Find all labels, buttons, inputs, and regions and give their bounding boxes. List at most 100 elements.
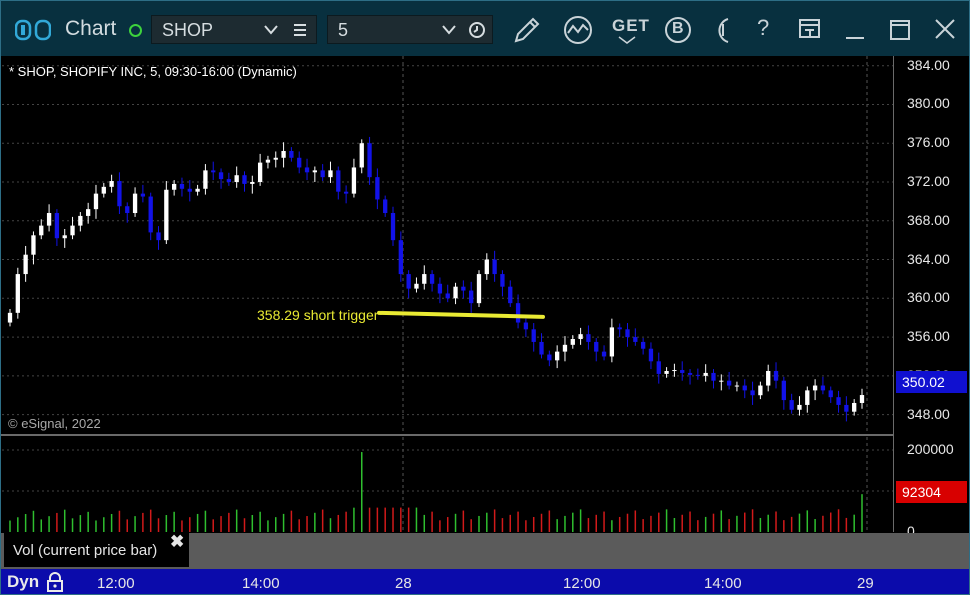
candle-body: [390, 213, 396, 241]
candle-body: [523, 322, 529, 330]
candle-body: [742, 385, 747, 391]
time-label: 28: [395, 575, 412, 592]
candle-body: [648, 348, 654, 362]
volume-chart[interactable]: [2, 437, 893, 532]
candle-body: [351, 167, 357, 194]
candle-body: [414, 283, 419, 289]
candle-body: [500, 274, 505, 287]
title-bar: Chart SHOP 5 GET B ?: [1, 1, 969, 56]
get-button[interactable]: GET: [612, 16, 650, 36]
candle-body: [547, 354, 552, 361]
candle-body: [812, 385, 818, 391]
candle-body: [586, 334, 591, 342]
study-icon[interactable]: [562, 14, 594, 46]
candle-body: [758, 385, 763, 396]
candle-body: [594, 341, 599, 352]
candle-body: [140, 193, 146, 197]
candle-body: [734, 385, 740, 387]
price-tick-label: 348.00: [907, 405, 950, 422]
price-tick-label: 360.00: [907, 289, 950, 306]
interval-value: 5: [338, 20, 349, 40]
candle-body: [187, 188, 192, 192]
maximize-icon[interactable]: [889, 19, 911, 41]
trigger-annotation: 358.29 short trigger: [257, 307, 379, 323]
candle-body: [171, 183, 177, 190]
time-axis[interactable]: [1, 569, 969, 594]
list-icon[interactable]: [293, 23, 307, 37]
candle-body: [54, 213, 60, 239]
candle-body: [179, 183, 185, 189]
time-label: 12:00: [97, 575, 135, 592]
pencil-icon[interactable]: [512, 15, 542, 45]
candle-body: [203, 170, 208, 189]
candle-body: [453, 286, 458, 299]
candle-body: [359, 143, 364, 168]
minimize-icon[interactable]: [845, 21, 865, 41]
chevron-down-icon[interactable]: [264, 25, 278, 35]
candle-body: [805, 390, 810, 405]
price-tick-label: 368.00: [907, 211, 950, 228]
dyn-label[interactable]: Dyn: [7, 572, 39, 592]
candle-body: [336, 170, 341, 192]
candle-body: [211, 170, 216, 173]
close-icon[interactable]: [934, 18, 956, 40]
candle-body: [226, 179, 232, 182]
candle-body: [437, 283, 443, 294]
lock-icon[interactable]: [46, 572, 64, 592]
candle-body: [304, 167, 310, 173]
candle-body: [312, 170, 317, 173]
candle-body: [101, 186, 106, 194]
candle-body: [320, 170, 325, 178]
candle-body: [406, 274, 411, 289]
candle-body: [617, 327, 622, 330]
candle-body: [15, 274, 20, 313]
candle-body: [562, 344, 568, 352]
candle-body: [766, 371, 771, 386]
candle-body: [633, 337, 638, 342]
candle-body: [328, 170, 333, 178]
price-tick-label: 364.00: [907, 250, 950, 267]
close-study-icon[interactable]: ✖: [170, 532, 184, 552]
candle-body: [281, 150, 286, 158]
symbol-input[interactable]: SHOP: [151, 15, 317, 44]
candle-body: [148, 196, 153, 233]
candle-body: [773, 371, 779, 381]
candle-body: [7, 312, 13, 323]
candle-body: [656, 361, 661, 374]
volume-tick-label: 200000: [907, 441, 954, 457]
pane-divider[interactable]: [1, 434, 894, 436]
price-tick-label: 380.00: [907, 95, 950, 112]
candle-body: [250, 182, 255, 184]
candle-body: [609, 327, 615, 357]
candle-body: [109, 181, 114, 187]
candle-body: [625, 329, 630, 338]
candle-body: [23, 254, 28, 275]
price-chart[interactable]: [2, 56, 893, 434]
candle-body: [234, 175, 239, 182]
t-icon[interactable]: [711, 15, 731, 45]
price-axis[interactable]: 384.00 380.00 376.00 372.00 368.00 364.00 360.…: [894, 56, 969, 539]
clock-icon[interactable]: [468, 21, 486, 39]
candle-body: [398, 240, 403, 275]
help-icon[interactable]: ?: [757, 15, 769, 41]
candle-body: [429, 274, 435, 284]
symbol-line: * SHOP, SHOPIFY INC, 5, 09:30-16:00 (Dyn…: [9, 64, 297, 79]
candle-body: [273, 157, 278, 160]
get-underline-icon: [618, 36, 636, 44]
interval-input[interactable]: 5: [327, 15, 493, 44]
candle-body: [680, 370, 685, 373]
chevron-down-icon[interactable]: [442, 25, 456, 35]
candle-body: [664, 371, 669, 374]
candle-body: [70, 225, 75, 236]
layout-icon[interactable]: [798, 17, 822, 41]
last-volume-badge: 92304: [896, 481, 967, 503]
candle-body: [852, 402, 857, 412]
symbol-value: SHOP: [162, 20, 214, 40]
candle-body: [289, 150, 294, 158]
price-tick-label: 372.00: [907, 173, 950, 189]
candle-body: [195, 188, 200, 192]
price-tick-label: 356.00: [907, 328, 950, 345]
candle-body: [601, 351, 607, 357]
candle-body: [640, 341, 646, 349]
candle-body: [570, 339, 575, 345]
